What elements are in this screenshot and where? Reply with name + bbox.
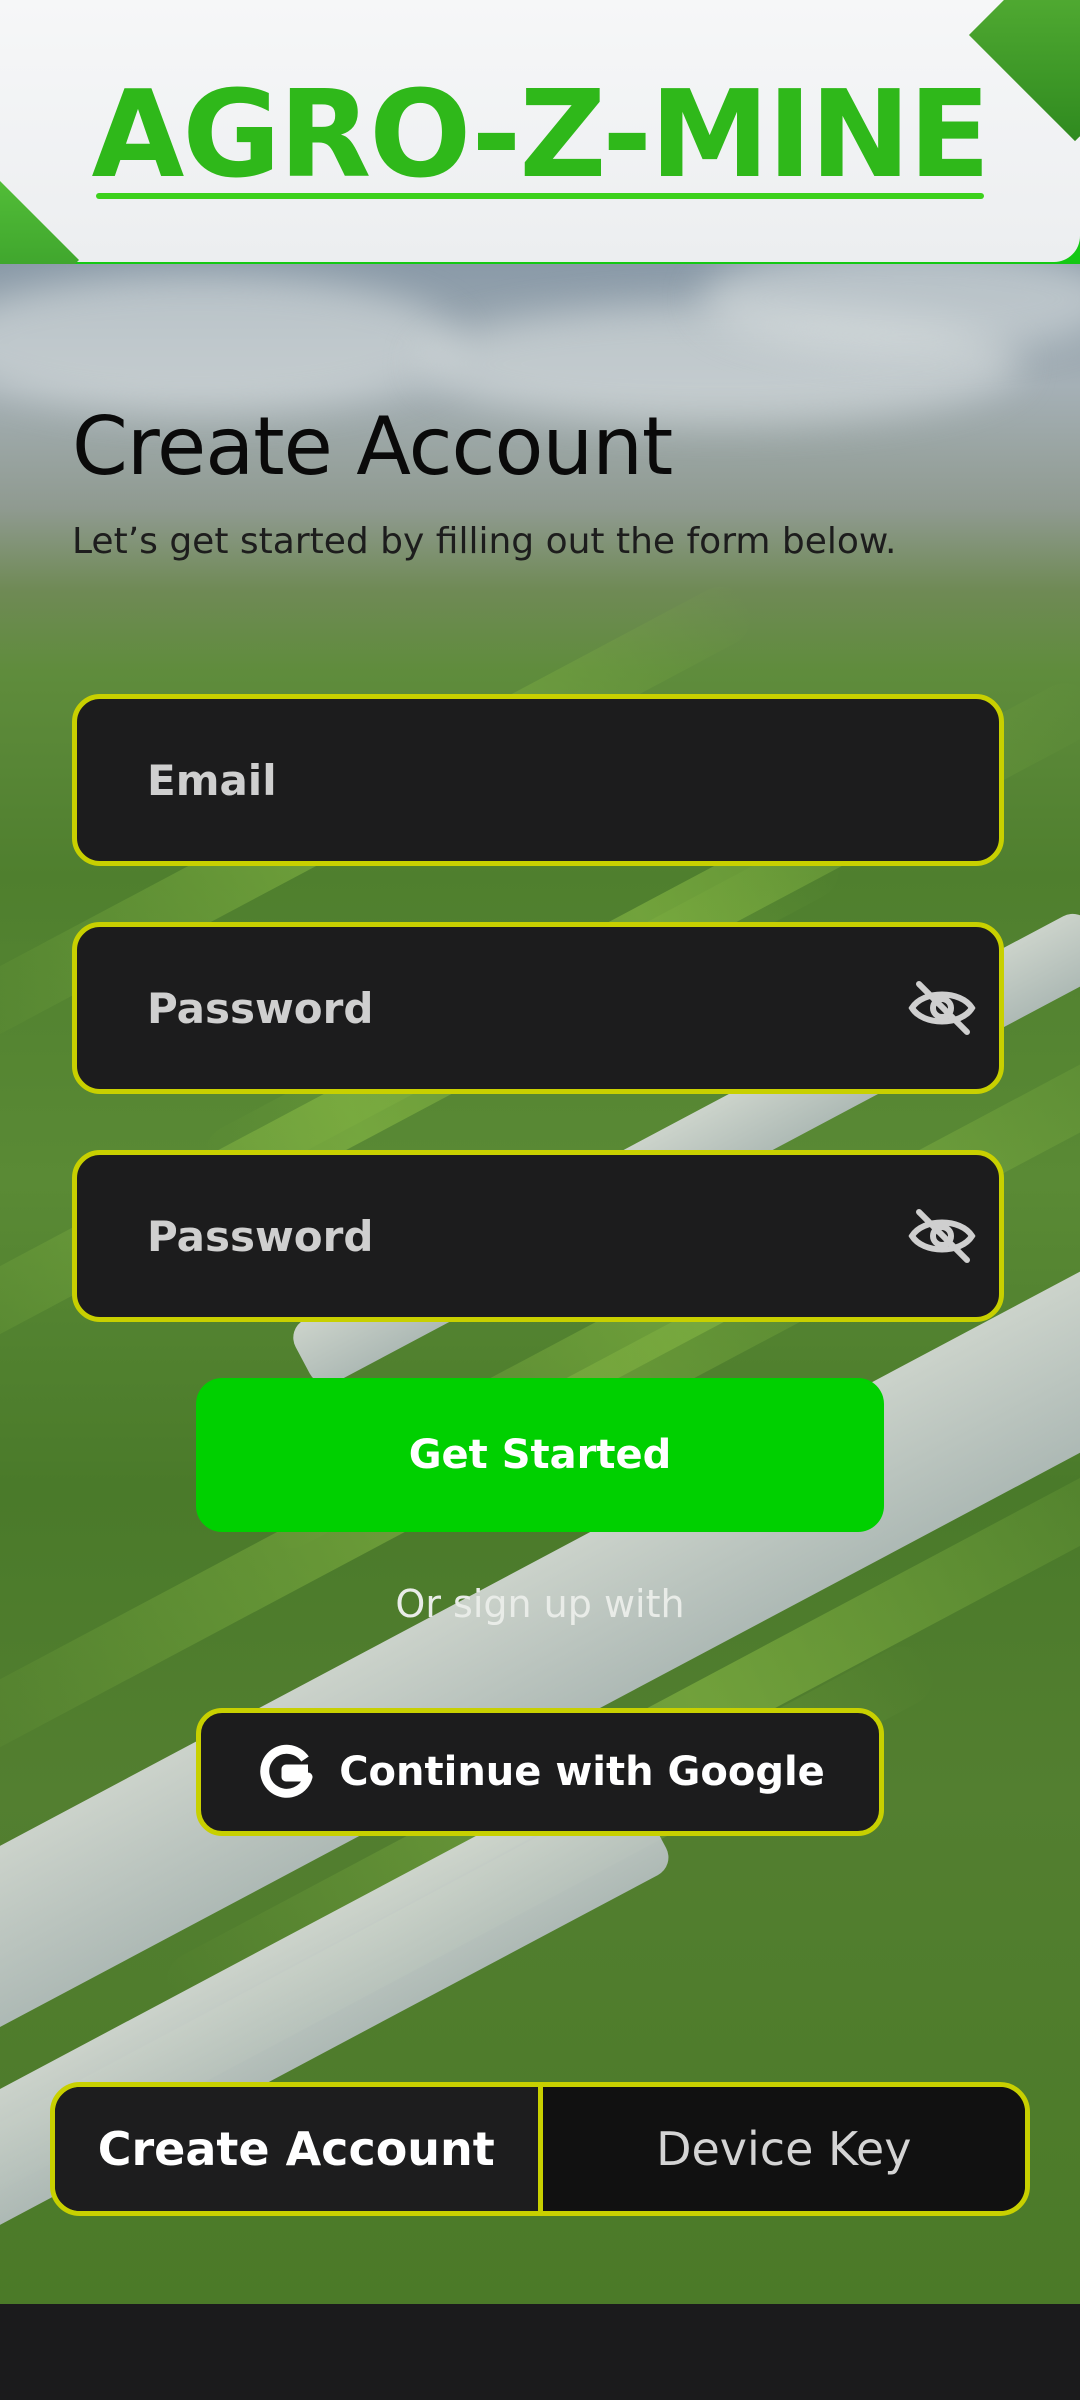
cloud <box>0 274 460 414</box>
navigation-bar-area <box>0 2304 1080 2400</box>
password-field[interactable] <box>72 922 1004 1094</box>
eye-slash-icon[interactable] <box>907 1206 977 1266</box>
email-field[interactable] <box>72 694 1004 866</box>
google-signup-button[interactable]: Continue with Google <box>196 1708 884 1836</box>
tab-device-key[interactable]: Device Key <box>542 2087 1025 2211</box>
google-button-label: Continue with Google <box>339 1749 825 1795</box>
app-header: AGRO-Z-MINE <box>0 0 1080 264</box>
get-started-button[interactable]: Get Started <box>196 1378 884 1532</box>
tab-create-account[interactable]: Create Account <box>55 2087 543 2211</box>
brand-underline <box>96 193 984 199</box>
alt-signup-text: Or sign up with <box>395 1582 685 1626</box>
eye-slash-icon[interactable] <box>907 978 977 1038</box>
confirm-password-input[interactable] <box>145 1210 849 1262</box>
page-subtitle: Let’s get started by filling out the for… <box>72 521 897 562</box>
confirm-password-field[interactable] <box>72 1150 1004 1322</box>
email-input[interactable] <box>145 754 849 806</box>
password-input[interactable] <box>145 982 849 1034</box>
google-g-icon <box>260 1744 313 1798</box>
header-card: AGRO-Z-MINE <box>0 0 1080 264</box>
page-title: Create Account <box>72 400 673 493</box>
brand-logo-text: AGRO-Z-MINE <box>91 66 991 205</box>
auth-mode-toggle: Create Account Device Key <box>50 2082 1030 2216</box>
